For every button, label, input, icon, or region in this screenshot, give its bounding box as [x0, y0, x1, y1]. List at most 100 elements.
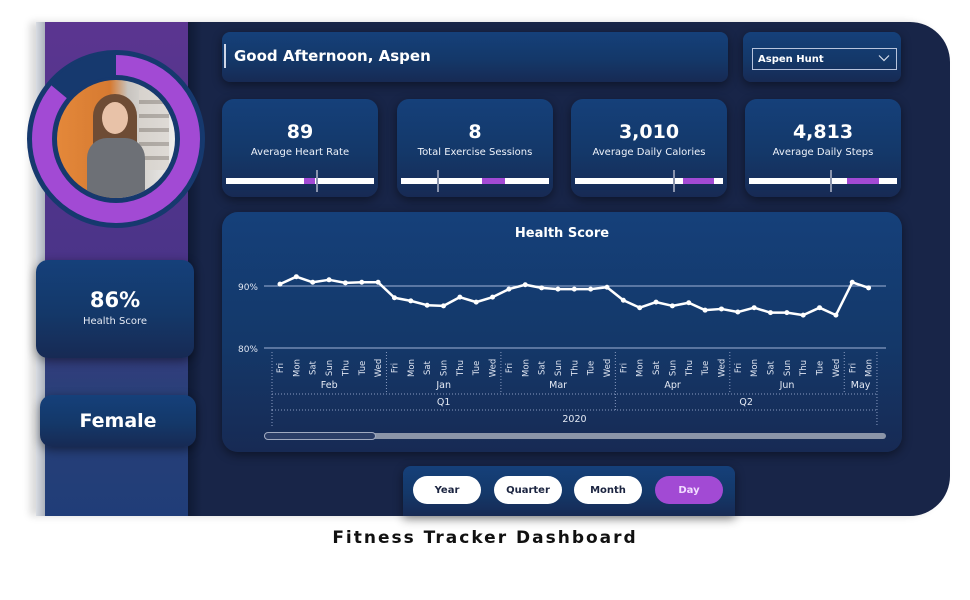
kpi-card-daily-calories: 3,010 Average Daily Calories — [571, 99, 727, 197]
user-select-value: Aspen Hunt — [758, 54, 824, 65]
x-day-label: Fri — [276, 363, 286, 373]
chart-scrollbar-thumb[interactable] — [264, 432, 376, 440]
data-point — [522, 282, 528, 288]
x-day-label: Tue — [587, 361, 597, 377]
data-point — [849, 279, 855, 285]
health-score-chart-card: Health Score 80% 90% Fri Mon Sat Sun Thu Tue Wed… — [222, 212, 902, 452]
kpi-label: Average Heart Rate — [250, 147, 350, 158]
data-point — [555, 286, 561, 292]
kpi-value: 89 — [286, 121, 314, 143]
data-point — [408, 298, 414, 304]
user-select-card: Aspen Hunt — [743, 32, 901, 82]
x-day-label: Sat — [309, 360, 319, 375]
x-day-label: Thu — [341, 360, 351, 377]
x-day-label: Fri — [619, 363, 629, 373]
data-point — [359, 279, 365, 285]
x-day-label: Sat — [538, 360, 548, 375]
x-month-label: Jan — [435, 380, 451, 391]
x-day-label: Fri — [848, 363, 858, 373]
kpi-value: 4,813 — [792, 121, 854, 143]
drill-day-button[interactable]: Day — [655, 476, 723, 504]
x-day-label: Tue — [816, 361, 826, 377]
data-point — [702, 307, 708, 313]
data-point — [342, 280, 348, 286]
x-day-label: Wed — [832, 359, 842, 378]
y-tick-label: 80% — [238, 345, 258, 355]
x-year-label: 2020 — [562, 414, 586, 425]
kpi-gauge — [226, 170, 374, 192]
x-day-label: Sat — [423, 360, 433, 375]
data-point — [490, 294, 496, 300]
data-point — [784, 310, 790, 316]
kpi-value: 3,010 — [618, 121, 680, 143]
kpi-gauge-fill — [683, 178, 715, 184]
user-select-dropdown[interactable]: Aspen Hunt — [752, 48, 897, 70]
x-day-label: Wed — [603, 359, 613, 378]
x-day-label: Sun — [783, 360, 793, 376]
x-day-label: Thu — [685, 360, 695, 377]
data-point — [571, 286, 577, 292]
data-point — [686, 300, 692, 306]
health-score-card: 86% Health Score — [36, 260, 194, 358]
drill-year-button[interactable]: Year — [413, 476, 481, 504]
x-day-label: Sun — [325, 360, 335, 376]
x-day-label: Wed — [489, 359, 499, 378]
data-point — [637, 305, 643, 311]
x-day-label: Tue — [701, 361, 711, 377]
data-point — [833, 312, 839, 318]
x-day-label: Fri — [505, 363, 515, 373]
photo-body — [87, 138, 145, 198]
kpi-gauge-target — [830, 170, 833, 192]
x-month-label: May — [851, 380, 871, 391]
x-day-label: Fri — [734, 363, 744, 373]
kpi-gauge-target — [436, 170, 439, 192]
data-point — [473, 299, 479, 305]
health-score-value: 86% — [89, 288, 141, 312]
data-point — [539, 285, 545, 291]
x-day-label: Sat — [652, 360, 662, 375]
drill-month-button[interactable]: Month — [574, 476, 642, 504]
data-point — [669, 303, 675, 309]
x-day-label: Fri — [390, 363, 400, 373]
x-month-label: Mar — [549, 380, 567, 391]
data-point — [653, 299, 659, 305]
kpi-gauge — [749, 170, 897, 192]
x-day-label: Mon — [750, 359, 760, 377]
x-day-label: Mon — [865, 359, 875, 377]
health-score-label: Health Score — [82, 316, 148, 327]
profile-ring — [25, 48, 207, 230]
x-day-label: Mon — [636, 359, 646, 377]
profile-photo — [57, 80, 175, 198]
data-point — [620, 297, 626, 303]
drill-quarter-button[interactable]: Quarter — [494, 476, 562, 504]
data-point — [800, 312, 806, 318]
kpi-gauge — [401, 170, 549, 192]
x-day-label: Sun — [440, 360, 450, 376]
x-day-label: Mon — [292, 359, 302, 377]
data-point — [506, 286, 512, 292]
x-day-label: Wed — [374, 359, 384, 378]
data-point — [424, 302, 430, 308]
data-point — [293, 274, 299, 280]
greeting-text: Good Afternoon, Aspen — [234, 47, 431, 65]
x-day-label: Thu — [456, 360, 466, 377]
greeting-accent-bar — [224, 44, 226, 68]
x-day-label: Sat — [767, 360, 777, 375]
drill-level-bar: Year Quarter Month Day — [403, 466, 735, 516]
x-month-label: Feb — [321, 380, 338, 391]
chevron-down-icon — [878, 55, 890, 62]
data-point — [391, 295, 397, 301]
kpi-label: Total Exercise Sessions — [417, 147, 533, 158]
x-day-label: Mon — [521, 359, 531, 377]
chart-scrollbar[interactable] — [264, 432, 886, 440]
health-score-line — [279, 275, 870, 317]
x-day-label: Thu — [799, 360, 809, 377]
kpi-value: 8 — [468, 121, 482, 143]
data-point — [277, 281, 283, 287]
health-score-line-chart: 80% 90% Fri Mon Sat Sun Thu Tue Wed Fri Mon Sat Sun T… — [238, 274, 886, 427]
x-day-label: Sun — [554, 360, 564, 376]
x-day-label: Sun — [668, 360, 678, 376]
kpi-card-daily-steps: 4,813 Average Daily Steps — [745, 99, 901, 197]
data-point — [375, 279, 381, 285]
data-point — [604, 284, 610, 290]
